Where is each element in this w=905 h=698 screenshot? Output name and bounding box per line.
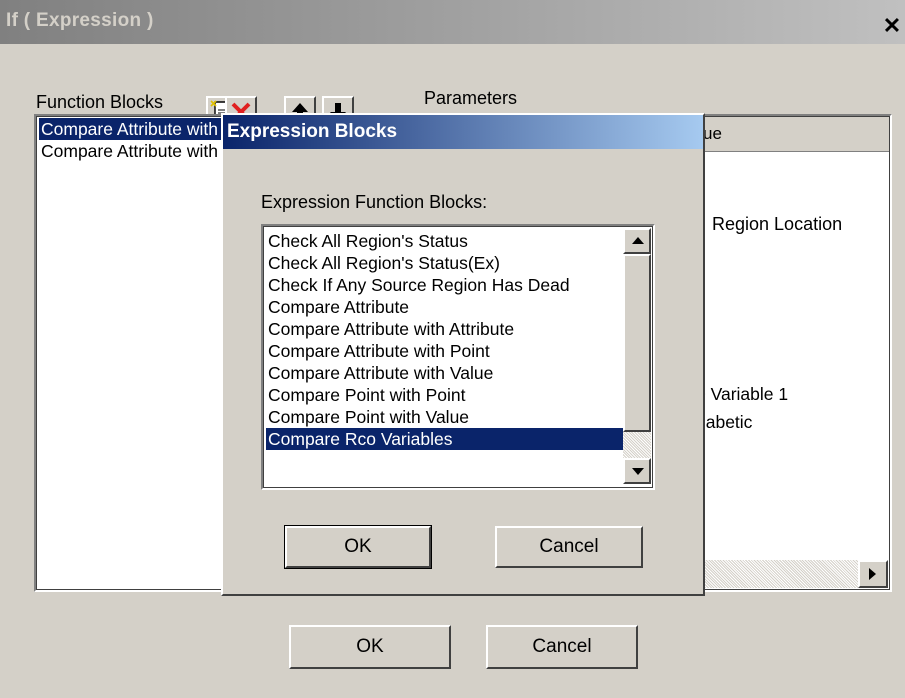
- list-item[interactable]: Compare Point with Point: [266, 384, 624, 406]
- list-item[interactable]: Compare Attribute with Point: [266, 340, 624, 362]
- if-expression-dialog: If ( Expression ) ✕ Function Blocks Para…: [0, 0, 905, 698]
- list-item[interactable]: Compare Point with Value: [266, 406, 624, 428]
- expression-list-label: Expression Function Blocks:: [261, 192, 488, 212]
- vertical-scrollbar[interactable]: [623, 228, 651, 484]
- list-item[interactable]: Check All Region's Status: [266, 230, 624, 252]
- list-item[interactable]: Compare Attribute: [266, 296, 624, 318]
- modal-ok-button[interactable]: OK: [284, 525, 432, 569]
- cancel-button[interactable]: Cancel: [486, 625, 638, 669]
- list-item[interactable]: Check All Region's Status(Ex): [266, 252, 624, 274]
- modal-title: Expression Blocks: [227, 121, 398, 142]
- scroll-up-button[interactable]: [623, 228, 651, 254]
- parameter-value: 0 Variable 1: [696, 384, 789, 404]
- ok-button[interactable]: OK: [289, 625, 451, 669]
- list-item[interactable]: Compare Attribute with Attribute: [266, 318, 624, 340]
- close-button[interactable]: ✕: [879, 15, 905, 39]
- title-bar[interactable]: If ( Expression ) ✕: [0, 0, 905, 44]
- parameter-value: Region Location: [712, 214, 843, 234]
- scrollbar-thumb[interactable]: [623, 254, 651, 432]
- modal-cancel-button[interactable]: Cancel: [495, 526, 643, 568]
- close-icon: ✕: [882, 13, 902, 38]
- function-blocks-list[interactable]: Compare Attribute with Value Compare Att…: [34, 114, 230, 592]
- parameters-label: Parameters: [424, 88, 518, 108]
- chevron-down-icon: [632, 468, 644, 475]
- value-column-header: ue: [703, 124, 722, 143]
- list-item[interactable]: Compare Attribute with Value: [39, 140, 227, 162]
- modal-title-bar[interactable]: Expression Blocks: [223, 115, 703, 149]
- scrollbar-track[interactable]: [623, 432, 651, 458]
- expression-blocks-dialog: Expression Blocks Expression Function Bl…: [221, 113, 705, 596]
- list-item[interactable]: Check If Any Source Region Has Dead: [266, 274, 624, 296]
- list-item[interactable]: Compare Attribute with Value: [266, 362, 624, 384]
- scroll-down-button[interactable]: [623, 458, 651, 484]
- chevron-up-icon: [632, 237, 644, 244]
- function-blocks-label: Function Blocks: [36, 92, 164, 112]
- scroll-right-button[interactable]: [858, 560, 888, 588]
- chevron-right-icon: [869, 568, 876, 580]
- window-title: If ( Expression ): [6, 10, 154, 31]
- list-item-selected[interactable]: Compare Rco Variables: [266, 428, 624, 450]
- list-item[interactable]: Compare Attribute with Value: [39, 118, 227, 140]
- expression-blocks-list[interactable]: Check All Region's Status Check All Regi…: [261, 224, 655, 490]
